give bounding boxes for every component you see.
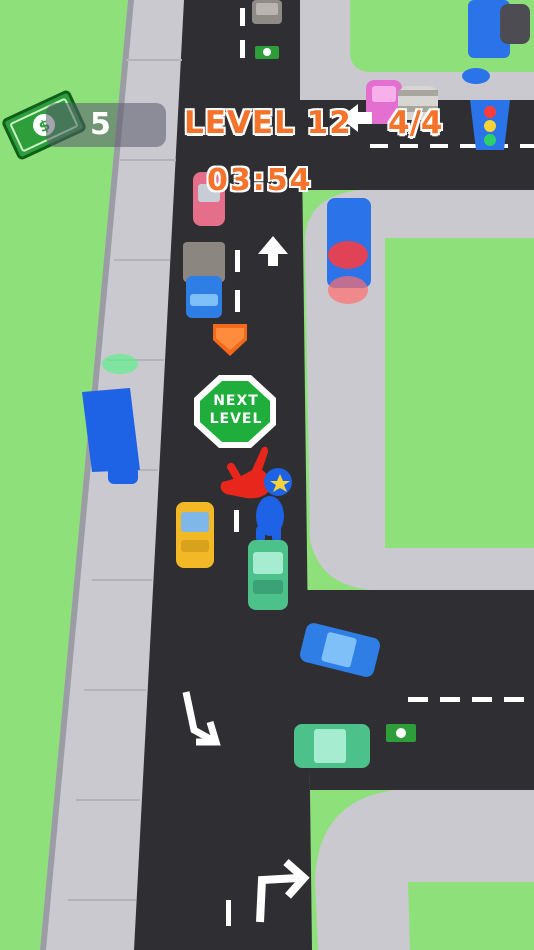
traffic-light-icon[interactable] xyxy=(470,100,510,150)
level-label: LEVEL 12 xyxy=(184,105,352,141)
next-level-line2: LEVEL xyxy=(209,411,263,427)
bottom-right-grass xyxy=(408,882,534,950)
next-level-sign-text[interactable]: NEXT LEVEL xyxy=(196,392,276,428)
car-green-vertical xyxy=(248,540,288,610)
car-yellow xyxy=(176,502,214,568)
car-top-silver xyxy=(252,0,282,24)
cash-pickup-top xyxy=(255,46,279,59)
countdown-timer: 03:54 xyxy=(207,163,313,198)
blue-truck-right xyxy=(327,198,371,304)
money-count: 5 xyxy=(90,107,111,142)
next-level-line1: NEXT xyxy=(213,393,259,409)
car-green-horizontal xyxy=(294,724,370,768)
level-progress: 4/4 xyxy=(388,105,443,141)
car-dump-truck xyxy=(183,242,225,318)
cash-pickup-road xyxy=(386,724,416,742)
right-middle-grass xyxy=(385,238,534,548)
